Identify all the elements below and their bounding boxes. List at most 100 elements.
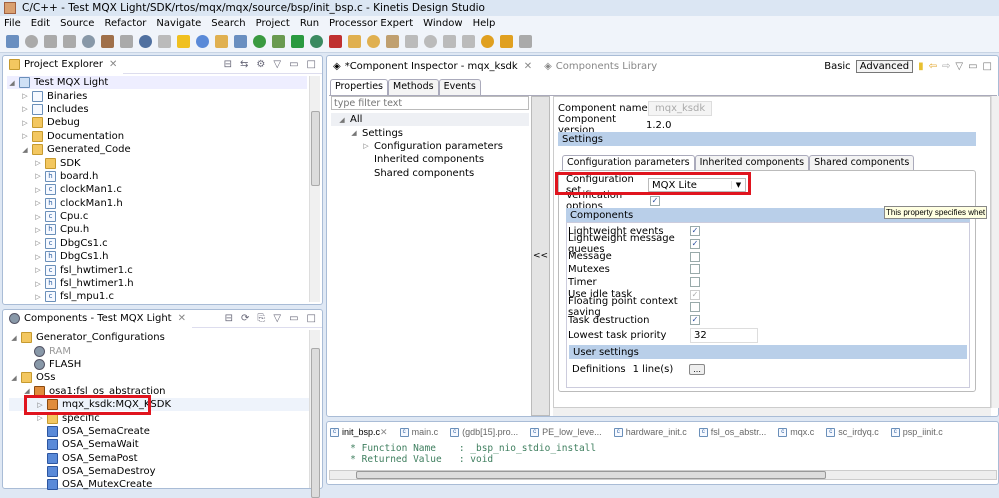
toolbar-button-icon[interactable] <box>348 35 361 48</box>
toolbar-button-icon[interactable] <box>82 35 95 48</box>
option-checkbox[interactable] <box>690 302 700 313</box>
properties-scrollbar[interactable] <box>991 96 999 408</box>
tree-item[interactable]: ▷ Documentation <box>7 130 307 143</box>
expand-arrow-icon[interactable]: ▷ <box>20 132 30 140</box>
expand-arrow-icon[interactable]: ▷ <box>33 280 43 288</box>
tab-shared-components[interactable]: Shared components <box>809 155 915 170</box>
close-icon[interactable]: ✕ <box>380 427 388 438</box>
tree-item[interactable]: OSA_SemaPost <box>9 452 309 465</box>
toolbar-button-icon[interactable] <box>291 35 304 48</box>
menu-refactor[interactable]: Refactor <box>104 18 146 29</box>
toolbar-button-icon[interactable] <box>386 35 399 48</box>
view-menu-icon[interactable]: ▽ <box>273 313 281 324</box>
tab-properties[interactable]: Properties <box>330 79 389 95</box>
menu-edit[interactable]: Edit <box>31 18 50 29</box>
option-checkbox[interactable] <box>690 264 700 275</box>
verification-checkbox[interactable]: ✓ <box>650 196 660 207</box>
tree-item[interactable]: OSA_SemaWait <box>9 438 309 451</box>
tree-item[interactable]: ▷ c fsl_mpu1.c <box>7 290 307 303</box>
collapse-arrow-icon[interactable]: ◢ <box>9 374 19 382</box>
toolbar-button-icon[interactable] <box>424 35 437 48</box>
minimize-icon[interactable]: ▭ <box>289 59 298 70</box>
tab-inherited-components[interactable]: Inherited components <box>694 155 810 170</box>
option-checkbox[interactable]: ✓ <box>690 289 700 300</box>
toolbar-button-icon[interactable] <box>253 35 266 48</box>
collapse-arrow-icon[interactable]: ◢ <box>20 146 30 154</box>
tree-item[interactable]: ◢ Settings <box>331 126 529 139</box>
editor-tab[interactable]: c mqx.c <box>778 427 814 437</box>
editor-tab[interactable]: c PE_low_leve... <box>530 427 602 437</box>
edit-definitions-button[interactable]: ... <box>689 363 705 375</box>
tab-components-library[interactable]: ◈ Components Library <box>538 57 663 75</box>
tree-item[interactable]: ◢ Test MQX Light <box>7 76 307 90</box>
toolbar-button-icon[interactable] <box>215 35 228 48</box>
tab-components[interactable]: Components - Test MQX Light ✕ <box>3 309 192 328</box>
note-icon[interactable]: ▮ <box>918 61 924 72</box>
properties-hscrollbar[interactable] <box>553 408 991 416</box>
filter-input[interactable] <box>331 96 529 110</box>
tree-item[interactable]: RAM <box>9 344 309 357</box>
tab-project-explorer[interactable]: Project Explorer ✕ <box>3 55 124 74</box>
expand-arrow-icon[interactable]: ▷ <box>33 239 43 247</box>
toolbar-button-icon[interactable] <box>120 35 133 48</box>
toolbar-button-icon[interactable] <box>63 35 76 48</box>
expand-arrow-icon[interactable]: ▷ <box>20 119 30 127</box>
tree-item[interactable]: ▷ SDK <box>7 156 307 169</box>
toolbar-button-icon[interactable] <box>500 35 513 48</box>
collapse-splitter-button[interactable]: << <box>531 96 550 416</box>
toolbar-button-icon[interactable] <box>25 35 38 48</box>
collapse-arrow-icon[interactable]: ◢ <box>9 334 19 342</box>
expand-arrow-icon[interactable]: ▷ <box>35 414 45 422</box>
option-checkbox[interactable] <box>690 251 700 262</box>
tree-item[interactable]: ▷ c Cpu.c <box>7 210 307 223</box>
components-scrollbar[interactable] <box>309 330 320 498</box>
scroll-thumb[interactable] <box>311 111 320 186</box>
menu-file[interactable]: File <box>4 18 21 29</box>
toolbar-button-icon[interactable] <box>196 35 209 48</box>
editor-tab[interactable]: c main.c <box>399 427 438 437</box>
toolbar-button-icon[interactable] <box>177 35 190 48</box>
maximize-icon[interactable]: □ <box>983 61 992 72</box>
scroll-thumb[interactable] <box>311 348 320 498</box>
priority-input[interactable]: 32 <box>690 327 758 343</box>
tab-component-inspector[interactable]: ◈ *Component Inspector - mqx_ksdk ✕ <box>327 57 539 75</box>
expand-arrow-icon[interactable]: ▷ <box>33 159 43 167</box>
close-icon[interactable]: ✕ <box>109 59 117 70</box>
tree-item[interactable]: ▷ h Cpu.h <box>7 223 307 236</box>
tree-item[interactable]: ◢ Generated_Code <box>7 143 307 156</box>
toolbar-button-icon[interactable] <box>101 35 114 48</box>
tree-item[interactable]: ◢ OSs <box>9 371 309 384</box>
editor-tab[interactable]: c psp_iinit.c <box>890 427 943 437</box>
tree-item[interactable]: ▷ h clockMan1.h <box>7 197 307 210</box>
option-checkbox[interactable]: ✓ <box>690 226 700 237</box>
option-checkbox[interactable]: ✓ <box>690 315 700 326</box>
expand-arrow-icon[interactable]: ▷ <box>33 253 43 261</box>
view-menu-icon[interactable]: ▽ <box>955 61 963 72</box>
tab-configuration-parameters[interactable]: Configuration parameters <box>562 155 695 170</box>
toolbar-button-icon[interactable] <box>519 35 532 48</box>
toolbar-button-icon[interactable] <box>234 35 247 48</box>
expand-arrow-icon[interactable]: ▷ <box>33 213 43 221</box>
tab-events[interactable]: Events <box>438 79 481 95</box>
tree-item[interactable]: FLASH <box>9 358 309 371</box>
toolbar-button-icon[interactable] <box>158 35 171 48</box>
advanced-mode-button[interactable]: Advanced <box>855 59 914 73</box>
tab-methods[interactable]: Methods <box>388 79 439 95</box>
maximize-icon[interactable]: □ <box>307 313 316 324</box>
close-icon[interactable]: ✕ <box>178 313 186 324</box>
tree-item[interactable]: ▷ c DbgCs1.c <box>7 237 307 250</box>
code-area[interactable]: * Function Name : _bsp_nio_stdio_install… <box>333 443 596 465</box>
toolbar-button-icon[interactable] <box>272 35 285 48</box>
option-checkbox[interactable] <box>690 277 700 288</box>
tree-item[interactable]: ◢ All <box>331 113 529 127</box>
scroll-thumb[interactable] <box>356 471 826 479</box>
menu-window[interactable]: Window <box>423 18 462 29</box>
toolbar-button-icon[interactable] <box>405 35 418 48</box>
tree-item[interactable]: OSA_SemaDestroy <box>9 465 309 478</box>
toolbar-button-icon[interactable] <box>310 35 323 48</box>
toolbar-button-icon[interactable] <box>443 35 456 48</box>
tree-item[interactable]: Inherited components <box>331 153 529 166</box>
tree-item[interactable]: ▷ Configuration parameters <box>331 140 529 153</box>
menu-navigate[interactable]: Navigate <box>156 18 201 29</box>
maximize-icon[interactable]: □ <box>307 59 316 70</box>
